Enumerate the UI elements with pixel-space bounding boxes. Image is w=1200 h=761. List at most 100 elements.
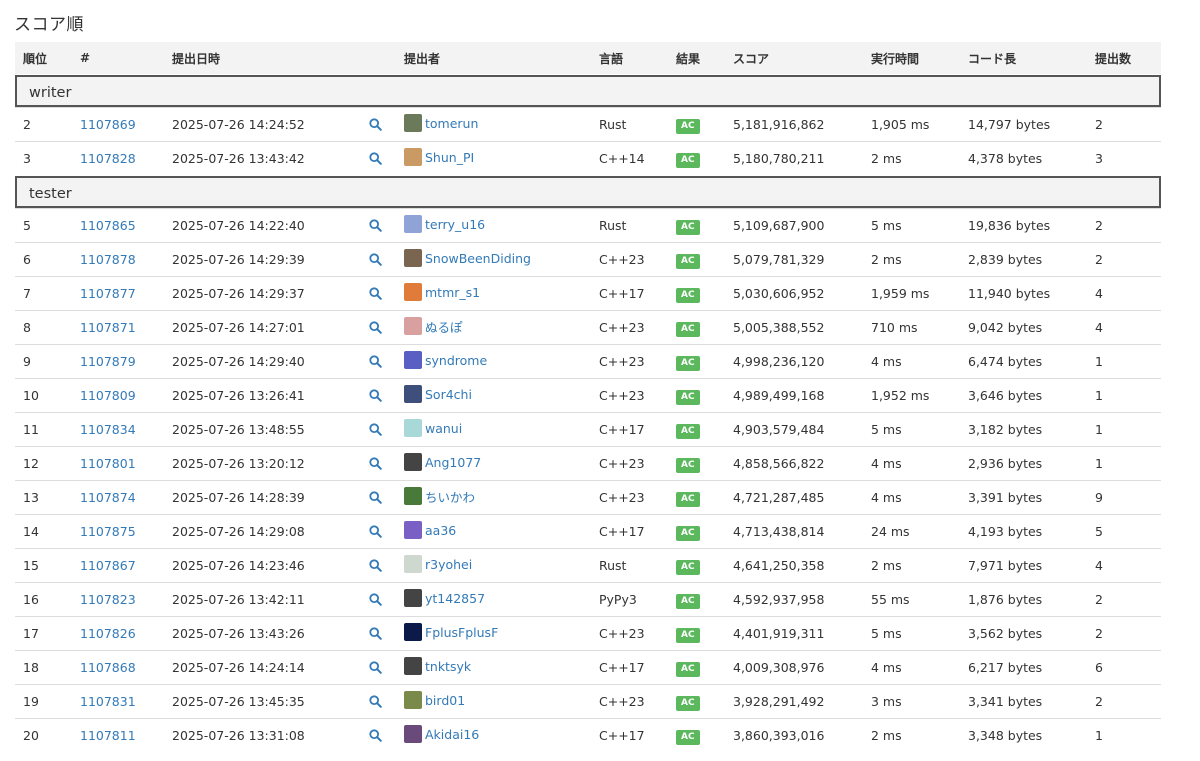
- search-icon[interactable]: [367, 728, 383, 744]
- score-cell: 4,989,499,168: [725, 378, 863, 413]
- search-icon[interactable]: [367, 252, 383, 268]
- user-link[interactable]: tnktsyk: [404, 657, 471, 675]
- search-icon[interactable]: [367, 320, 383, 336]
- result-cell: AC: [668, 276, 725, 311]
- detail-cell: [354, 412, 396, 447]
- user-link[interactable]: Ang1077: [404, 453, 481, 471]
- code-length-cell: 3,391 bytes: [960, 480, 1087, 515]
- submission-link[interactable]: 1107828: [80, 151, 136, 166]
- submission-link[interactable]: 1107823: [80, 592, 136, 607]
- submission-link[interactable]: 1107811: [80, 728, 136, 743]
- submission-link[interactable]: 1107801: [80, 456, 136, 471]
- submission-link[interactable]: 1107867: [80, 558, 136, 573]
- search-icon[interactable]: [367, 151, 383, 167]
- search-icon[interactable]: [367, 456, 383, 472]
- status-badge: AC: [676, 389, 700, 405]
- search-icon[interactable]: [367, 694, 383, 710]
- user-link[interactable]: mtmr_s1: [404, 283, 480, 301]
- user-link[interactable]: terry_u16: [404, 215, 485, 233]
- submission-link[interactable]: 1107877: [80, 286, 136, 301]
- submission-count-cell: 6: [1087, 650, 1161, 685]
- result-cell: AC: [668, 141, 725, 175]
- result-cell: AC: [668, 446, 725, 481]
- result-cell: AC: [668, 718, 725, 752]
- status-badge: AC: [676, 491, 700, 507]
- submission-link[interactable]: 1107869: [80, 117, 136, 132]
- submission-link[interactable]: 1107879: [80, 354, 136, 369]
- submission-link[interactable]: 1107826: [80, 626, 136, 641]
- language-cell: C++17: [591, 276, 668, 311]
- result-cell: AC: [668, 548, 725, 583]
- search-icon[interactable]: [367, 218, 383, 234]
- language-cell: PyPy3: [591, 582, 668, 617]
- code-length-cell: 19,836 bytes: [960, 208, 1087, 243]
- search-icon[interactable]: [367, 490, 383, 506]
- submission-id-cell: 1107801: [72, 446, 164, 481]
- table-row: 9 1107879 2025-07-26 14:29:40 syndrome C++23…: [15, 344, 1161, 379]
- language-cell: C++14: [591, 141, 668, 175]
- code-length-cell: 4,193 bytes: [960, 514, 1087, 549]
- status-badge: AC: [676, 457, 700, 473]
- search-icon[interactable]: [367, 524, 383, 540]
- user-link[interactable]: yt142857: [404, 589, 485, 607]
- language-cell: C++17: [591, 412, 668, 447]
- result-cell: AC: [668, 514, 725, 549]
- submission-link[interactable]: 1107878: [80, 252, 136, 267]
- search-icon[interactable]: [367, 592, 383, 608]
- table-row: 5 1107865 2025-07-26 14:22:40 terry_u16 Rust…: [15, 208, 1161, 243]
- user-link[interactable]: r3yohei: [404, 555, 472, 573]
- user-link[interactable]: ちいかわ: [404, 487, 475, 506]
- user-link[interactable]: syndrome: [404, 351, 487, 369]
- submission-link[interactable]: 1107834: [80, 422, 136, 437]
- user-link[interactable]: Akidai16: [404, 725, 479, 743]
- group-header-cell: writer: [15, 74, 1161, 108]
- status-badge: AC: [676, 525, 700, 541]
- submission-link[interactable]: 1107809: [80, 388, 136, 403]
- submission-id-cell: 1107878: [72, 242, 164, 277]
- search-icon[interactable]: [367, 422, 383, 438]
- exec-time-cell: 1,959 ms: [863, 276, 960, 311]
- user-link[interactable]: aa36: [404, 521, 456, 539]
- user-link[interactable]: bird01: [404, 691, 465, 709]
- user-link[interactable]: Sor4chi: [404, 385, 472, 403]
- page-title: スコア順: [14, 15, 84, 35]
- submission-link[interactable]: 1107831: [80, 694, 136, 709]
- rank-cell: 16: [15, 582, 72, 617]
- user-link[interactable]: ぬるぽ: [404, 317, 463, 336]
- submit-date-cell: 2025-07-26 13:43:26: [164, 616, 354, 651]
- submission-link[interactable]: 1107865: [80, 218, 136, 233]
- submission-link[interactable]: 1107871: [80, 320, 136, 335]
- search-icon[interactable]: [367, 117, 383, 133]
- language-cell: C++23: [591, 242, 668, 277]
- search-icon[interactable]: [367, 388, 383, 404]
- code-length-cell: 3,562 bytes: [960, 616, 1087, 651]
- table-row: 14 1107875 2025-07-26 14:29:08 aa36 C++17 AC 4…: [15, 514, 1161, 549]
- exec-time-cell: 4 ms: [863, 344, 960, 379]
- submit-date-cell: 2025-07-26 13:31:08: [164, 718, 354, 752]
- status-badge: AC: [676, 729, 700, 745]
- group-header-cell: tester: [15, 175, 1161, 209]
- search-icon[interactable]: [367, 558, 383, 574]
- user-link[interactable]: wanui: [404, 419, 462, 437]
- user-link[interactable]: tomerun: [404, 114, 478, 132]
- submission-count-cell: 4: [1087, 548, 1161, 583]
- search-icon[interactable]: [367, 354, 383, 370]
- score-cell: 4,721,287,485: [725, 480, 863, 515]
- submission-link[interactable]: 1107874: [80, 490, 136, 505]
- search-icon[interactable]: [367, 286, 383, 302]
- avatar: [404, 725, 422, 743]
- rank-cell: 6: [15, 242, 72, 277]
- submission-count-cell: 1: [1087, 378, 1161, 413]
- score-cell: 4,903,579,484: [725, 412, 863, 447]
- avatar: [404, 691, 422, 709]
- user-link[interactable]: SnowBeenDiding: [404, 249, 531, 267]
- user-link[interactable]: FplusFplusF: [404, 623, 498, 641]
- search-icon[interactable]: [367, 626, 383, 642]
- score-cell: 4,592,937,958: [725, 582, 863, 617]
- exec-time-cell: 1,905 ms: [863, 107, 960, 142]
- status-badge: AC: [676, 355, 700, 371]
- user-link[interactable]: Shun_PI: [404, 148, 474, 166]
- submission-link[interactable]: 1107868: [80, 660, 136, 675]
- search-icon[interactable]: [367, 660, 383, 676]
- submission-link[interactable]: 1107875: [80, 524, 136, 539]
